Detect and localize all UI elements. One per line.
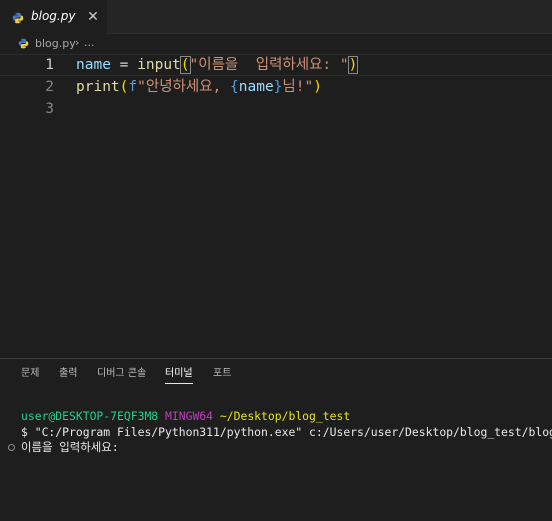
code-line[interactable]: 3 (0, 98, 552, 120)
breadcrumb-more[interactable]: ... (84, 36, 95, 49)
token-string: 님!" (282, 79, 314, 95)
token-bracket: ) (313, 79, 322, 95)
close-icon[interactable]: ✕ (86, 10, 100, 24)
token-fstring-prefix: f (128, 79, 138, 95)
token-bracket: ( (179, 56, 191, 74)
token-variable: name (238, 79, 274, 95)
breadcrumb-file[interactable]: blog.py (35, 37, 76, 50)
python-file-icon (18, 38, 29, 49)
terminal-command-line: $ "C:/Program Files/Python311/python.exe… (21, 425, 552, 439)
line-number: 1 (45, 57, 54, 73)
token-operator: = (110, 57, 138, 73)
token-string: "안녕하세요, (137, 79, 231, 95)
line-number: 2 (45, 79, 54, 95)
tab-problems[interactable]: 문제 (21, 365, 39, 383)
token-variable: name (76, 57, 111, 73)
code-line[interactable]: 1 name = input("이름을 입력하세요: ") (0, 54, 552, 76)
token-function: print (76, 79, 120, 95)
bottom-panel: 문제 출력 디버그 콘솔 터미널 포트 user@DESKTOP-7EQF3M8… (0, 358, 552, 521)
token-brace: { (230, 79, 239, 95)
code-line[interactable]: 2 print(f"안녕하세요, {name}님!") (0, 76, 552, 98)
python-file-icon (12, 12, 24, 24)
terminal-prompt-line: user@DESKTOP-7EQF3M8 MINGW64 ~/Desktop/b… (21, 408, 350, 424)
chevron-right-icon: › (75, 36, 80, 49)
prompt-path: ~/Desktop/blog_test (219, 409, 351, 423)
code-text: print(f"안녕하세요, {name}님!") (76, 76, 322, 98)
vscode-window: blog.py ✕ blog.py › ... 1 name = input("… (0, 0, 552, 521)
token-string: "이름을 입력하세요: " (189, 57, 349, 73)
editor-tab-bar: blog.py ✕ (0, 0, 552, 34)
terminal-output-line: 이름을 입력하세요: (21, 440, 126, 454)
tab-filename: blog.py (31, 9, 76, 23)
tab-terminal[interactable]: 터미널 (165, 365, 193, 384)
token-function: input (137, 57, 181, 73)
tab-debug-console[interactable]: 디버그 콘솔 (97, 365, 146, 383)
tab-output[interactable]: 출력 (59, 365, 77, 383)
code-text: name = input("이름을 입력하세요: ") (76, 55, 359, 75)
circle-icon (8, 444, 15, 451)
prompt-user: user@DESKTOP-7EQF3M8 (21, 409, 159, 423)
tab-blog-py[interactable]: blog.py ✕ (0, 0, 107, 34)
code-editor[interactable]: 1 name = input("이름을 입력하세요: ") 2 print(f"… (0, 54, 552, 358)
breadcrumb: blog.py › ... (0, 34, 552, 54)
tab-ports[interactable]: 포트 (213, 365, 231, 383)
token-bracket: ) (347, 56, 359, 74)
line-number: 3 (45, 101, 54, 117)
prompt-env: MINGW64 (165, 409, 214, 423)
